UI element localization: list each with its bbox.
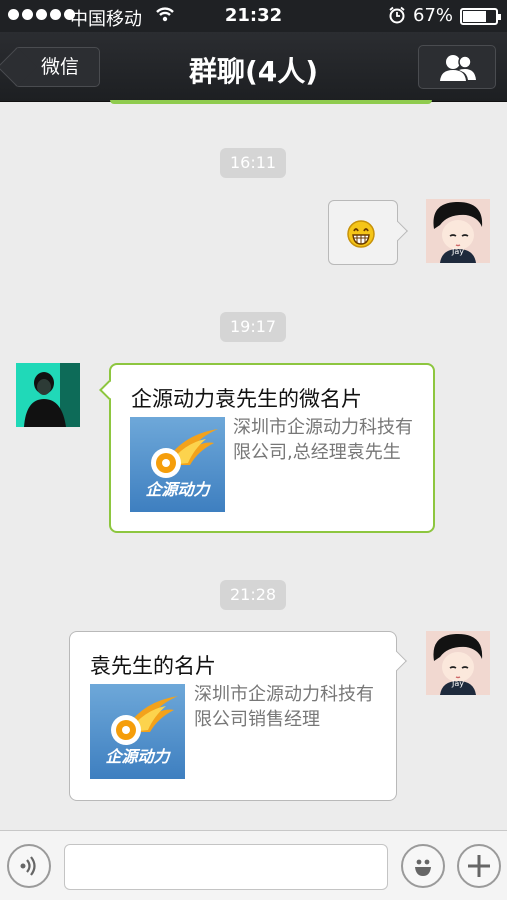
card-title: 袁先生的名片 <box>90 654 216 678</box>
fireball-logo-icon <box>151 429 218 478</box>
sender-avatar[interactable] <box>16 363 80 427</box>
avatar-label: Jay <box>452 247 464 256</box>
alarm-icon <box>389 6 405 24</box>
status-bar: 中国移动 21:32 67% <box>0 0 507 32</box>
smiley-icon <box>415 859 431 876</box>
my-avatar[interactable]: Jay <box>426 199 490 263</box>
fireball-logo-icon <box>111 696 178 745</box>
plus-icon <box>468 855 490 877</box>
company-logo: 企源动力 <box>90 684 185 779</box>
timestamp: 16:11 <box>220 148 287 178</box>
message-input[interactable] <box>64 844 388 890</box>
battery-percent: 67% <box>413 5 454 26</box>
logo-text: 企源动力 <box>105 747 170 766</box>
sent-emoji-bubble[interactable] <box>328 200 408 265</box>
my-avatar[interactable]: Jay <box>426 631 490 695</box>
input-bar <box>0 830 507 900</box>
card-description: 深圳市企源动力科技有限公司,总经理袁先生 <box>233 417 413 463</box>
group-members-icon <box>440 55 476 81</box>
more-actions-button[interactable] <box>457 844 501 888</box>
voice-toggle-button[interactable] <box>7 844 51 888</box>
previous-message-edge <box>110 100 432 104</box>
voice-icon <box>20 856 36 876</box>
card-description: 深圳市企源动力科技有限公司销售经理 <box>194 684 374 730</box>
received-card-bubble[interactable]: 企源动力袁先生的微名片 企源动力 深圳市企源动力科技有限公司,总经理袁先生 <box>99 363 435 533</box>
timestamp: 21:28 <box>220 580 287 610</box>
avatar-label: Jay <box>452 679 464 688</box>
person-photo-icon <box>16 363 80 427</box>
grin-emoji-icon <box>347 220 375 248</box>
logo-text: 企源动力 <box>145 480 210 499</box>
timestamp: 19:17 <box>220 312 287 342</box>
sent-card-bubble[interactable]: 袁先生的名片 企源动力 深圳市企源动力科技有限公司销售经理 <box>69 631 407 801</box>
group-members-button[interactable] <box>418 45 496 89</box>
emoji-button[interactable] <box>401 844 445 888</box>
navigation-bar: 微信 群聊(4人) <box>0 32 507 102</box>
card-title: 企源动力袁先生的微名片 <box>131 387 362 411</box>
company-logo: 企源动力 <box>130 417 225 512</box>
battery-icon <box>460 8 501 25</box>
